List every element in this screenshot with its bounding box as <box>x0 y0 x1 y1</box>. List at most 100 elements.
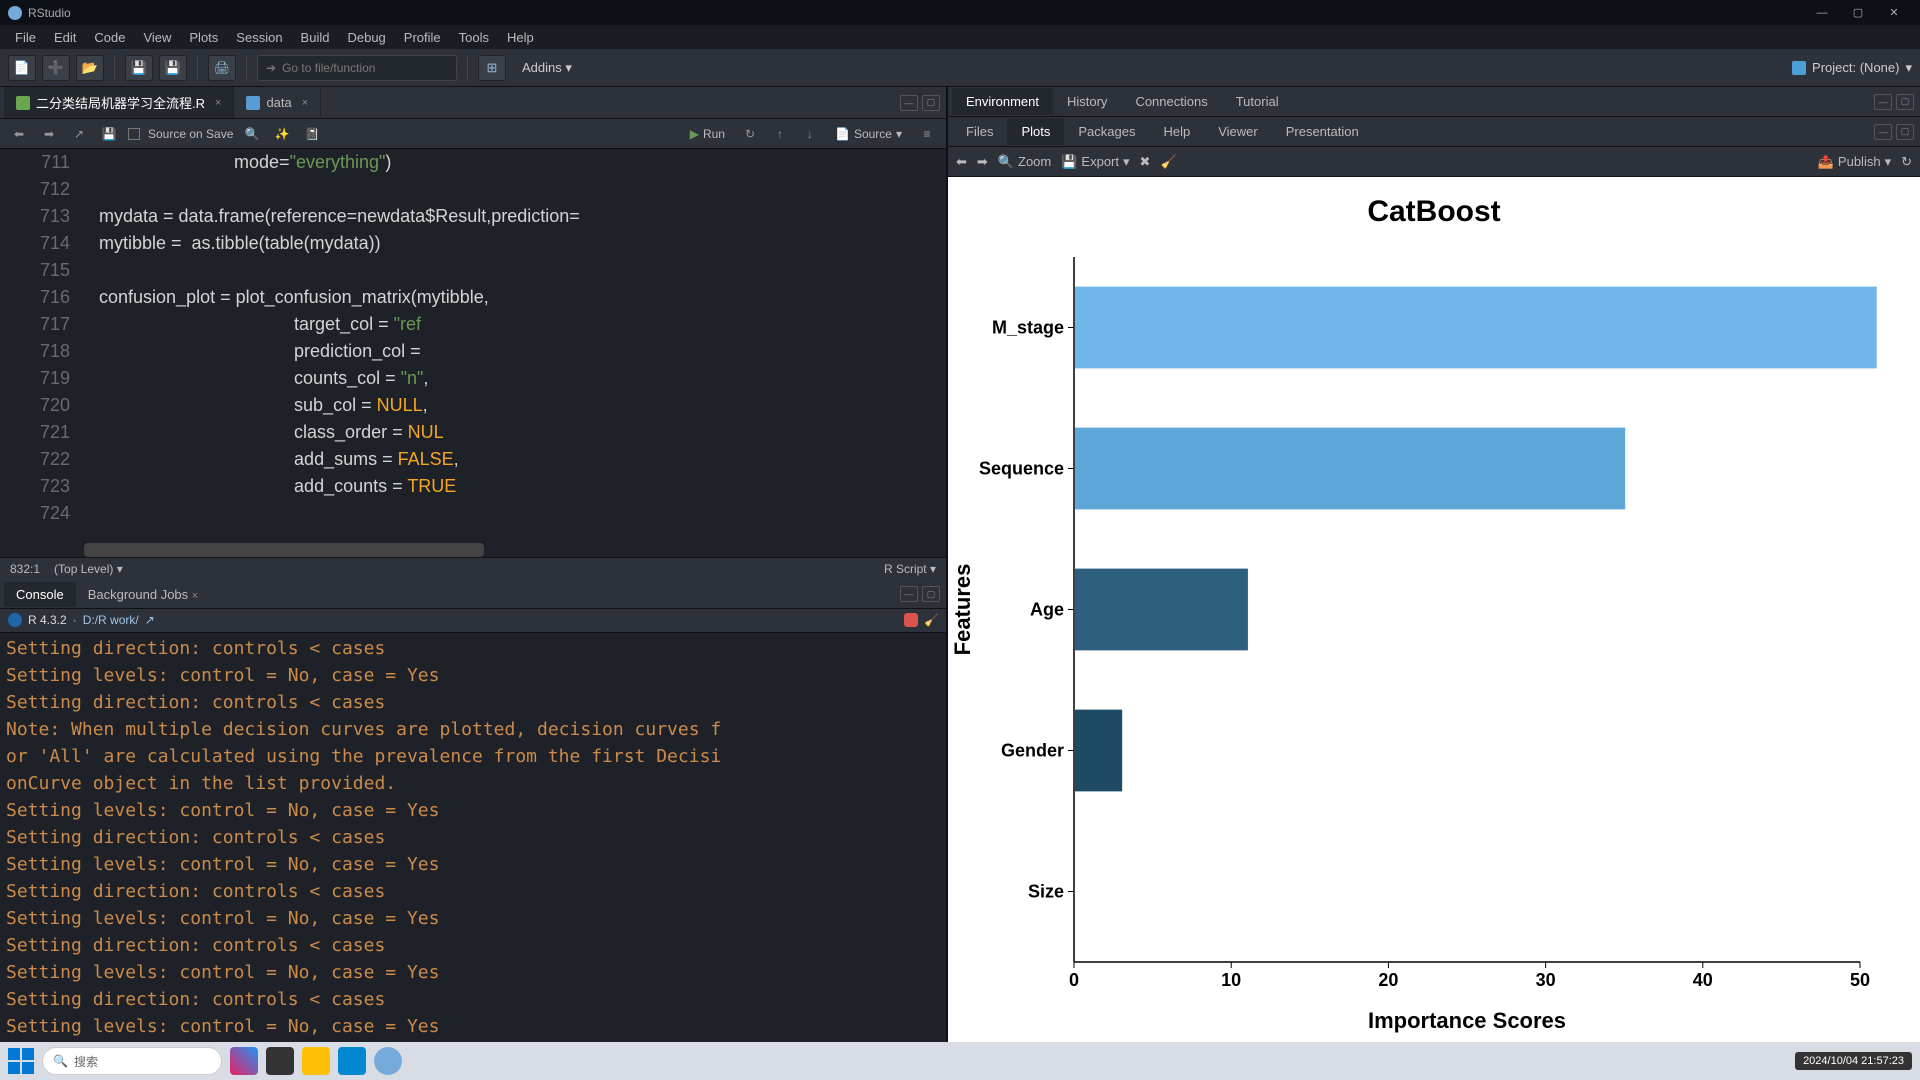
back-button[interactable]: ⬅ <box>8 124 30 144</box>
maximize-button[interactable]: ▢ <box>1840 6 1876 19</box>
start-button[interactable] <box>8 1048 34 1074</box>
tab-history[interactable]: History <box>1053 88 1121 115</box>
save-button[interactable]: 💾 <box>125 55 153 81</box>
menu-view[interactable]: View <box>134 27 180 48</box>
outline-button[interactable]: ≡ <box>916 124 938 144</box>
svg-text:Age: Age <box>1030 600 1064 620</box>
minimize-button[interactable]: — <box>1804 7 1840 19</box>
go-down-button[interactable]: ↓ <box>799 124 821 144</box>
menu-code[interactable]: Code <box>85 27 134 48</box>
taskbar-app-3[interactable] <box>338 1047 366 1075</box>
r-file-icon <box>16 96 30 110</box>
svg-text:40: 40 <box>1693 970 1713 990</box>
maximize-pane-icon[interactable]: ▢ <box>1896 94 1914 110</box>
menu-profile[interactable]: Profile <box>395 27 450 48</box>
new-file-button[interactable]: 📄 <box>8 55 36 81</box>
svg-text:Sequence: Sequence <box>979 459 1064 479</box>
svg-text:50: 50 <box>1850 970 1870 990</box>
taskbar-app-2[interactable] <box>266 1047 294 1075</box>
compile-report-button[interactable]: 📓 <box>301 124 323 144</box>
cursor-position: 832:1 <box>10 562 40 576</box>
taskbar-clock[interactable]: 2024/10/04 21:57:23 <box>1795 1052 1912 1070</box>
tab-data[interactable]: data × <box>234 89 321 116</box>
save-all-button[interactable]: 💾 <box>159 55 187 81</box>
taskbar-app-1[interactable] <box>230 1047 258 1075</box>
svg-text:Gender: Gender <box>1001 741 1064 761</box>
remove-plot-button[interactable]: ✖ <box>1140 154 1151 170</box>
wd-popout-icon[interactable]: ↗ <box>145 613 155 627</box>
zoom-button[interactable]: 🔍 Zoom <box>998 154 1051 170</box>
menu-build[interactable]: Build <box>292 27 339 48</box>
tab-console[interactable]: Console <box>4 582 76 607</box>
minimize-pane-icon[interactable]: — <box>1874 124 1892 140</box>
tab-plots[interactable]: Plots <box>1007 118 1064 145</box>
maximize-pane-icon[interactable]: ▢ <box>1896 124 1914 140</box>
forward-button[interactable]: ➡ <box>38 124 60 144</box>
tab-environment[interactable]: Environment <box>952 88 1053 115</box>
grid-button[interactable]: ⊞ <box>478 55 506 81</box>
scope-selector[interactable]: (Top Level) ▾ <box>54 562 123 576</box>
tab-background-jobs[interactable]: Background Jobs × <box>76 582 211 607</box>
working-directory[interactable]: D:/R work/ <box>83 613 139 627</box>
minimize-pane-icon[interactable]: — <box>900 586 918 602</box>
tab-presentation[interactable]: Presentation <box>1272 118 1373 145</box>
rstudio-logo-icon <box>8 6 22 20</box>
tab-files[interactable]: Files <box>952 118 1007 145</box>
run-button[interactable]: ▶Run <box>684 125 731 143</box>
taskbar-search[interactable]: 🔍 搜索 <box>42 1047 222 1075</box>
source-pane-tabs: 二分类结局机器学习全流程.R × data × — ▢ <box>0 87 946 119</box>
goto-arrow-icon: ➔ <box>266 61 276 75</box>
console-output[interactable]: Setting direction: controls < cases Sett… <box>0 633 946 1043</box>
plot-next-button[interactable]: ➡ <box>977 154 988 170</box>
menu-help[interactable]: Help <box>498 27 543 48</box>
close-icon[interactable]: × <box>302 97 308 109</box>
horizontal-scrollbar[interactable] <box>84 543 484 557</box>
publish-button[interactable]: 📤 Publish ▾ <box>1818 154 1891 170</box>
plot-prev-button[interactable]: ⬅ <box>956 154 967 170</box>
tab-source-file[interactable]: 二分类结局机器学习全流程.R × <box>4 87 234 118</box>
go-up-button[interactable]: ↑ <box>769 124 791 144</box>
source-toolbar: ⬅ ➡ ↗ 💾 Source on Save 🔍 ✨ 📓 ▶Run ↻ ↑ ↓ … <box>0 119 946 149</box>
refresh-plot-button[interactable]: ↻ <box>1901 154 1912 170</box>
rerun-button[interactable]: ↻ <box>739 124 761 144</box>
addins-menu[interactable]: Addins ▾ <box>512 56 582 80</box>
clear-plots-button[interactable]: 🧹 <box>1160 154 1176 170</box>
maximize-pane-icon[interactable]: ▢ <box>922 95 940 111</box>
tab-viewer[interactable]: Viewer <box>1204 118 1272 145</box>
stop-button[interactable] <box>904 613 918 627</box>
taskbar: 🔍 搜索 2024/10/04 21:57:23 <box>0 1042 1920 1080</box>
taskbar-rstudio[interactable] <box>374 1047 402 1075</box>
menu-file[interactable]: File <box>6 27 45 48</box>
goto-file-input[interactable]: ➔ Go to file/function <box>257 55 457 81</box>
clear-console-button[interactable]: 🧹 <box>924 613 938 627</box>
find-button[interactable]: 🔍 <box>241 124 263 144</box>
open-file-button[interactable]: 📂 <box>76 55 104 81</box>
new-project-button[interactable]: ➕ <box>42 55 70 81</box>
source-on-save-label: Source on Save <box>148 127 233 141</box>
code-editor[interactable]: 7117127137147157167177187197207217227237… <box>0 149 946 557</box>
minimize-pane-icon[interactable]: — <box>1874 94 1892 110</box>
file-type[interactable]: R Script ▾ <box>884 562 936 576</box>
save-source-button[interactable]: 💾 <box>98 124 120 144</box>
menu-debug[interactable]: Debug <box>338 27 394 48</box>
wand-button[interactable]: ✨ <box>271 124 293 144</box>
tab-help[interactable]: Help <box>1149 118 1204 145</box>
menu-tools[interactable]: Tools <box>450 27 498 48</box>
project-menu[interactable]: Project: (None) ▾ <box>1792 60 1912 76</box>
menu-session[interactable]: Session <box>227 27 291 48</box>
minimize-pane-icon[interactable]: — <box>900 95 918 111</box>
taskbar-explorer[interactable] <box>302 1047 330 1075</box>
print-button[interactable]: 🖨 <box>208 55 236 81</box>
tab-packages[interactable]: Packages <box>1064 118 1149 145</box>
tab-connections[interactable]: Connections <box>1121 88 1221 115</box>
menu-plots[interactable]: Plots <box>180 27 227 48</box>
source-on-save-checkbox[interactable] <box>128 128 140 140</box>
show-in-new-window-button[interactable]: ↗ <box>68 124 90 144</box>
close-button[interactable]: ✕ <box>1876 6 1912 19</box>
source-button[interactable]: 📄Source ▾ <box>829 125 908 143</box>
maximize-pane-icon[interactable]: ▢ <box>922 586 940 602</box>
close-icon[interactable]: × <box>215 97 221 109</box>
export-button[interactable]: 💾 Export ▾ <box>1061 154 1129 170</box>
menu-edit[interactable]: Edit <box>45 27 85 48</box>
tab-tutorial[interactable]: Tutorial <box>1222 88 1293 115</box>
